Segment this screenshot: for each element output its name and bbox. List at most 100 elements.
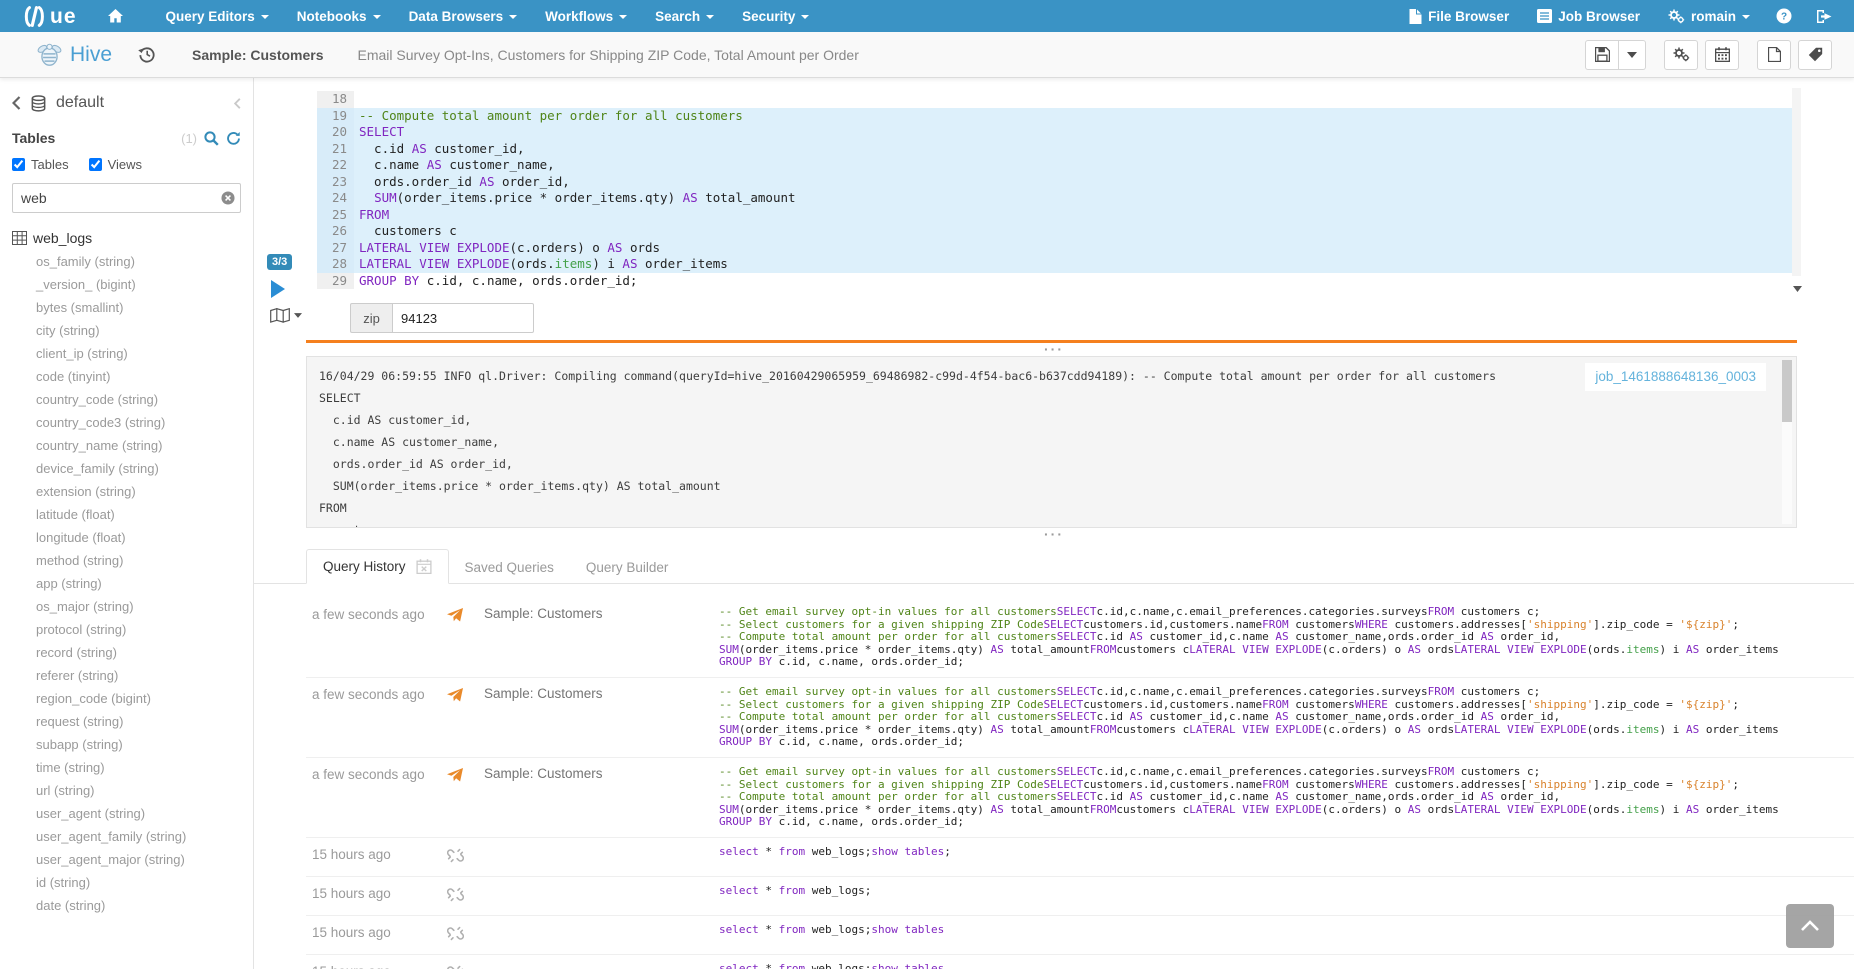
tag-button[interactable] (1798, 40, 1832, 70)
nav-file-browser[interactable]: File Browser (1395, 0, 1523, 32)
table-name: web_logs (33, 230, 92, 246)
database-name[interactable]: default (56, 94, 104, 112)
column-item[interactable]: method (string) (36, 549, 241, 572)
column-item[interactable]: user_agent (string) (36, 802, 241, 825)
editor-line[interactable]: 22 c.name AS customer_name, (317, 157, 1792, 174)
tab-query-builder[interactable]: Query Builder (570, 551, 685, 584)
log-panel[interactable]: 16/04/29 06:59:55 INFO ql.Driver: Compil… (306, 356, 1797, 528)
refresh-icon[interactable] (226, 131, 241, 146)
log-splitter-top[interactable]: ··· (254, 343, 1854, 356)
editor-line[interactable]: 25FROM (317, 207, 1792, 224)
editor-line[interactable]: 23 ords.order_id AS order_id, (317, 174, 1792, 191)
log-scrollbar[interactable] (1782, 360, 1792, 524)
help-button[interactable]: ? (1764, 0, 1804, 32)
editor-line[interactable]: 26 customers c (317, 223, 1792, 240)
tab-query-history[interactable]: Query History (306, 549, 449, 584)
editor-line[interactable]: 21 c.id AS customer_id, (317, 141, 1792, 158)
table-search-input[interactable] (12, 183, 241, 213)
column-item[interactable]: time (string) (36, 756, 241, 779)
tables-checkbox-input[interactable] (12, 158, 25, 171)
editor-scrollbar[interactable] (1792, 88, 1801, 276)
column-item[interactable]: country_code (string) (36, 388, 241, 411)
search-icon[interactable] (204, 131, 219, 146)
tab-saved-queries[interactable]: Saved Queries (449, 551, 570, 584)
history-row[interactable]: a few seconds agoSample: Customers-- Get… (306, 678, 1854, 758)
editor-line[interactable]: 19-- Compute total amount per order for … (317, 108, 1792, 125)
document-button[interactable] (1757, 40, 1791, 70)
zip-parameter-input[interactable] (392, 303, 534, 333)
column-item[interactable]: os_family (string) (36, 250, 241, 273)
history-row[interactable]: 15 hours agoselect * from web_logs;show … (306, 838, 1854, 877)
editor-line[interactable]: 28LATERAL VIEW EXPLODE(ords.items) i AS … (317, 256, 1792, 273)
query-history-icon[interactable] (138, 46, 156, 63)
history-row[interactable]: 15 hours agoselect * from web_logs;show … (306, 955, 1854, 969)
column-item[interactable]: code (tinyint) (36, 365, 241, 388)
column-item[interactable]: user_agent_family (string) (36, 825, 241, 848)
menu-notebooks[interactable]: Notebooks (283, 0, 395, 32)
caret-down-button[interactable] (1619, 40, 1646, 70)
column-item[interactable]: country_code3 (string) (36, 411, 241, 434)
sql-editor[interactable]: 1819-- Compute total amount per order fo… (254, 78, 1854, 296)
menu-security[interactable]: Security (728, 0, 823, 32)
sql-line: select * from web_logs; (719, 885, 1834, 898)
editor-line[interactable]: 20SELECT (317, 124, 1792, 141)
column-item[interactable]: bytes (smallint) (36, 296, 241, 319)
nav-romain[interactable]: romain (1654, 0, 1764, 32)
history-row[interactable]: 15 hours agoselect * from web_logs;show … (306, 916, 1854, 955)
job-link[interactable]: job_1461888648136_0003 (1585, 363, 1766, 391)
views-checkbox-input[interactable] (89, 158, 102, 171)
format-dropdown-button[interactable] (270, 308, 302, 323)
filter-views-checkbox[interactable]: Views (89, 157, 142, 172)
log-scrollbar-thumb[interactable] (1782, 360, 1792, 422)
column-item[interactable]: request (string) (36, 710, 241, 733)
history-row[interactable]: a few seconds agoSample: Customers-- Get… (306, 598, 1854, 678)
log-splitter-bottom[interactable]: ··· (254, 528, 1854, 541)
map-book-icon (270, 308, 290, 323)
app-subheader: Hive Sample: Customers Email Survey Opt-… (0, 32, 1854, 78)
back-chevron-icon[interactable] (12, 96, 21, 110)
column-item[interactable]: app (string) (36, 572, 241, 595)
hue-logo[interactable]: ue (10, 5, 93, 28)
column-item[interactable]: _version_ (bigint) (36, 273, 241, 296)
gears-button[interactable] (1664, 40, 1698, 70)
sign-out-button[interactable] (1804, 0, 1848, 32)
column-item[interactable]: subapp (string) (36, 733, 241, 756)
editor-line[interactable]: 24 SUM(order_items.price * order_items.q… (317, 190, 1792, 207)
menu-workflows[interactable]: Workflows (531, 0, 641, 32)
collapse-sidebar-icon[interactable] (234, 98, 241, 109)
menu-search[interactable]: Search (641, 0, 728, 32)
table-item-web-logs[interactable]: web_logs (12, 230, 241, 246)
hive-app-brand[interactable]: Hive (36, 41, 112, 68)
column-item[interactable]: region_code (bigint) (36, 687, 241, 710)
nav-job-browser[interactable]: Job Browser (1523, 0, 1654, 32)
column-item[interactable]: client_ip (string) (36, 342, 241, 365)
editor-scroll-down-icon[interactable] (1793, 286, 1802, 292)
editor-line[interactable]: 27LATERAL VIEW EXPLODE(c.orders) o AS or… (317, 240, 1792, 257)
save-button[interactable] (1585, 40, 1619, 70)
column-item[interactable]: user_agent_major (string) (36, 848, 241, 871)
column-item[interactable]: protocol (string) (36, 618, 241, 641)
column-item[interactable]: city (string) (36, 319, 241, 342)
column-item[interactable]: device_family (string) (36, 457, 241, 480)
history-row[interactable]: a few seconds agoSample: Customers-- Get… (306, 758, 1854, 838)
editor-line[interactable]: 29GROUP BY c.id, c.name, ords.order_id; (317, 273, 1792, 290)
filter-tables-checkbox[interactable]: Tables (12, 157, 69, 172)
column-item[interactable]: extension (string) (36, 480, 241, 503)
column-item[interactable]: latitude (float) (36, 503, 241, 526)
column-item[interactable]: url (string) (36, 779, 241, 802)
column-item[interactable]: record (string) (36, 641, 241, 664)
clear-search-icon[interactable] (221, 191, 235, 205)
history-row[interactable]: 15 hours agoselect * from web_logs; (306, 877, 1854, 916)
home-button[interactable] (93, 0, 138, 32)
column-item[interactable]: country_name (string) (36, 434, 241, 457)
calendar-button[interactable] (1705, 40, 1739, 70)
column-item[interactable]: date (string) (36, 894, 241, 917)
column-item[interactable]: os_major (string) (36, 595, 241, 618)
column-item[interactable]: referer (string) (36, 664, 241, 687)
column-item[interactable]: id (string) (36, 871, 241, 894)
menu-query-editors[interactable]: Query Editors (152, 0, 283, 32)
menu-data-browsers[interactable]: Data Browsers (395, 0, 532, 32)
scroll-to-top-button[interactable] (1786, 904, 1834, 948)
column-item[interactable]: longitude (float) (36, 526, 241, 549)
editor-line[interactable]: 18 (317, 91, 1792, 108)
